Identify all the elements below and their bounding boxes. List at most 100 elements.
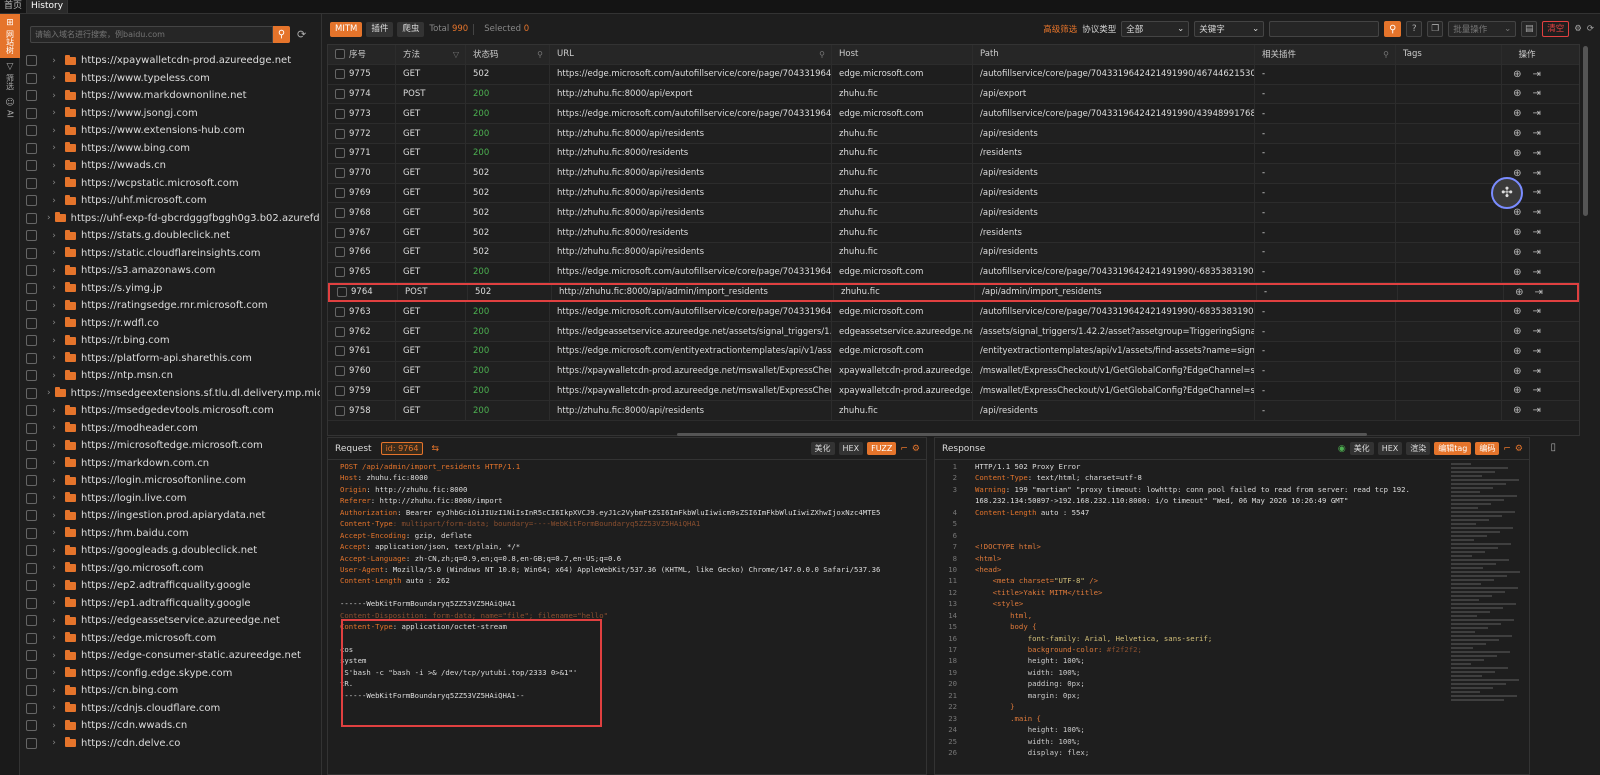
keyword-input[interactable] (1269, 21, 1380, 37)
tree-node[interactable]: › https://r.bing.com (26, 332, 320, 350)
node-checkbox[interactable] (26, 580, 37, 592)
row-checkbox[interactable] (335, 108, 345, 119)
chevron-right-icon[interactable]: › (47, 668, 61, 678)
open-arrow-icon[interactable]: ⇥ (1535, 287, 1543, 298)
node-checkbox[interactable] (26, 562, 37, 574)
globe-icon[interactable]: ⊕ (1513, 405, 1521, 416)
chevron-right-icon[interactable]: › (47, 423, 61, 433)
chevron-right-icon[interactable]: › (47, 73, 61, 83)
chevron-right-icon[interactable]: › (47, 441, 61, 451)
tree-node[interactable]: › https://www.extensions-hub.com (26, 122, 320, 140)
export-icon[interactable]: ▤ (1521, 21, 1538, 37)
globe-icon[interactable]: ⊕ (1513, 88, 1521, 99)
table-row[interactable]: 9770 GET 502 http://zhuhu.fic:8000/api/resi… (328, 163, 1579, 184)
table-row[interactable]: 9759 GET 200 https://xpaywalletcdn-prod.azu… (328, 381, 1579, 402)
node-checkbox[interactable] (26, 702, 37, 714)
node-checkbox[interactable] (26, 352, 37, 364)
table-row[interactable]: 9767 GET 502 http://zhuhu.fic:8000/resident… (328, 223, 1579, 243)
globe-icon[interactable]: ⊕ (1513, 267, 1521, 278)
open-arrow-icon[interactable]: ⇥ (1533, 385, 1541, 396)
node-checkbox[interactable] (26, 300, 37, 312)
node-checkbox[interactable] (26, 387, 37, 399)
chevron-right-icon[interactable]: › (47, 476, 61, 486)
node-checkbox[interactable] (26, 457, 37, 469)
tree-node[interactable]: › https://edge.microsoft.com (26, 630, 320, 648)
chevron-right-icon[interactable]: › (47, 686, 61, 696)
row-checkbox[interactable] (335, 247, 345, 258)
chevron-right-icon[interactable]: › (47, 161, 61, 171)
chevron-right-icon[interactable]: › (47, 56, 61, 66)
node-checkbox[interactable] (26, 370, 37, 382)
tab-history[interactable]: History (27, 0, 69, 13)
search-icon[interactable]: ⚲ (537, 50, 543, 59)
chevron-right-icon[interactable]: › (47, 388, 51, 398)
row-checkbox[interactable] (337, 287, 347, 298)
refresh-icon[interactable]: ⟳ (297, 28, 306, 41)
tree-node[interactable]: › https://xpaywalletcdn-prod.azureedge.ne… (26, 52, 320, 70)
chevron-right-icon[interactable]: › (47, 301, 61, 311)
open-arrow-icon[interactable]: ⇥ (1533, 207, 1541, 218)
header-method[interactable]: 方法 ▽ (396, 45, 466, 64)
globe-icon[interactable]: ⊕ (1513, 128, 1521, 139)
row-checkbox[interactable] (335, 69, 345, 80)
chevron-right-icon[interactable]: › (47, 108, 61, 118)
node-checkbox[interactable] (26, 737, 37, 749)
tree-node[interactable]: › https://ep1.adtrafficquality.google (26, 595, 320, 613)
tree-node[interactable]: › https://login.microsoftonline.com (26, 472, 320, 490)
node-checkbox[interactable] (26, 492, 37, 504)
row-checkbox[interactable] (335, 346, 345, 357)
chevron-right-icon[interactable]: › (47, 738, 61, 748)
refresh-icon[interactable]: ⟳ (1587, 24, 1594, 34)
chevron-right-icon[interactable]: › (47, 721, 61, 731)
node-checkbox[interactable] (26, 230, 37, 242)
send-icon[interactable]: ⌐ (1503, 444, 1511, 454)
table-row[interactable]: 9768 GET 502 http://zhuhu.fic:8000/api/resi… (328, 203, 1579, 224)
chrome-icon[interactable]: ◉ (1338, 444, 1346, 454)
settings-icon[interactable]: ⚙ (912, 444, 920, 454)
row-checkbox[interactable] (335, 207, 345, 218)
globe-icon[interactable]: ⊕ (1513, 247, 1521, 258)
chevron-right-icon[interactable]: › (47, 633, 61, 643)
node-checkbox[interactable] (26, 55, 37, 67)
edit-tag-button[interactable]: 编辑tag (1434, 442, 1472, 455)
beautify-button[interactable]: 美化 (1349, 442, 1374, 455)
fuzz-button[interactable]: FUZZ (867, 442, 897, 455)
globe-icon[interactable]: ⊕ (1513, 326, 1521, 337)
open-arrow-icon[interactable]: ⇥ (1533, 267, 1541, 278)
chevron-right-icon[interactable]: › (47, 196, 61, 206)
node-checkbox[interactable] (26, 422, 37, 434)
send-icon[interactable]: ⌐ (900, 444, 908, 454)
globe-icon[interactable]: ⊕ (1513, 69, 1521, 80)
tree-node[interactable]: › https://static.cloudflareinsights.com (26, 245, 320, 263)
tree-node[interactable]: › https://googleads.g.doubleclick.net (26, 542, 320, 560)
open-arrow-icon[interactable]: ⇥ (1533, 326, 1541, 337)
globe-icon[interactable]: ⊕ (1513, 168, 1521, 179)
chevron-right-icon[interactable]: › (47, 178, 61, 188)
code-minimap[interactable] (1451, 461, 1529, 775)
chevron-right-icon[interactable]: › (47, 213, 51, 223)
tree-node[interactable]: › https://www.markdownonline.net (26, 87, 320, 105)
node-checkbox[interactable] (26, 405, 37, 417)
tree-node[interactable]: › https://config.edge.skype.com (26, 665, 320, 683)
tree-node[interactable]: › https://www.bing.com (26, 140, 320, 158)
table-horizontal-scrollbar[interactable] (677, 433, 1367, 436)
batch-select[interactable]: 批量操作 ⌄ (1448, 21, 1517, 37)
row-checkbox[interactable] (335, 306, 345, 317)
node-checkbox[interactable] (26, 317, 37, 329)
header-url[interactable]: URL ⚲ (550, 45, 832, 64)
node-checkbox[interactable] (26, 212, 37, 224)
yakit-assistant-icon[interactable]: ✣ (1491, 177, 1523, 209)
table-row[interactable]: 9761 GET 200 https://edge.microsoft.com/ent… (328, 341, 1579, 362)
tree-node[interactable]: › https://wwads.cn (26, 157, 320, 175)
row-checkbox[interactable] (335, 405, 345, 416)
tab-mitm[interactable]: MITM (330, 21, 363, 37)
tree-node[interactable]: › https://www.typeless.com (26, 70, 320, 88)
table-row[interactable]: 9762 GET 200 https://edgeassetservice.azure… (328, 322, 1579, 342)
tree-node[interactable]: › https://ep2.adtrafficquality.google (26, 577, 320, 595)
tree-node[interactable]: › https://microsoftedge.microsoft.com (26, 437, 320, 455)
tree-node[interactable]: › https://msedgedevtools.microsoft.com (26, 402, 320, 420)
chevron-right-icon[interactable]: › (47, 616, 61, 626)
chevron-right-icon[interactable]: › (47, 91, 61, 101)
open-arrow-icon[interactable]: ⇥ (1533, 306, 1541, 317)
chevron-right-icon[interactable]: › (47, 528, 61, 538)
